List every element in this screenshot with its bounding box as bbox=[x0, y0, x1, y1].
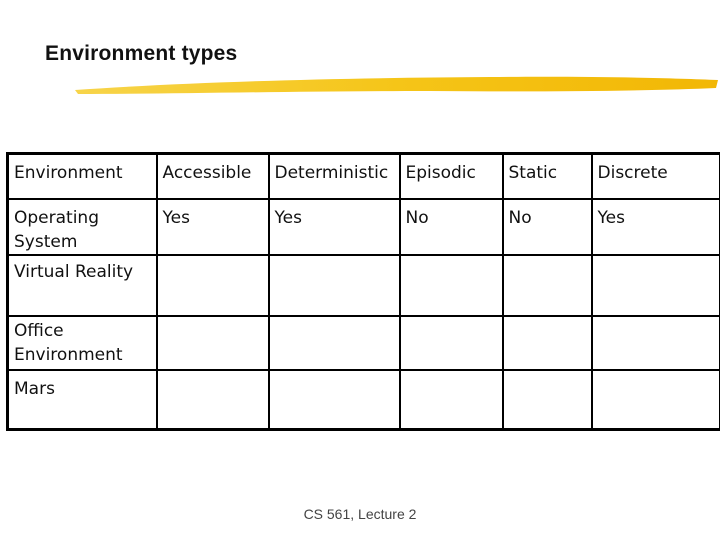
table-cell bbox=[267, 253, 401, 317]
table-cell bbox=[398, 314, 504, 371]
table-row: Virtual Reality bbox=[6, 253, 720, 317]
table-header-row: Environment Accessible Deterministic Epi… bbox=[6, 152, 720, 200]
slide-footer: CS 561, Lecture 2 bbox=[303, 506, 417, 522]
table-cell bbox=[155, 253, 270, 317]
table-cell bbox=[501, 368, 593, 431]
table-cell bbox=[590, 253, 720, 317]
table-row: Office Environment bbox=[6, 314, 720, 371]
table-cell: Yes bbox=[155, 197, 270, 256]
header-cell: Episodic bbox=[398, 152, 504, 200]
table-cell: Mars bbox=[6, 368, 158, 431]
table-cell bbox=[590, 314, 720, 371]
title-underline-brushstroke bbox=[75, 76, 718, 94]
header-cell: Environment bbox=[6, 152, 158, 200]
header-cell: Static bbox=[501, 152, 593, 200]
table-row: Operating System Yes Yes No No Yes bbox=[6, 197, 720, 256]
table-cell: Operating System bbox=[6, 197, 158, 256]
environment-types-table: Environment Accessible Deterministic Epi… bbox=[6, 152, 720, 431]
table-cell: No bbox=[501, 197, 593, 256]
table-cell bbox=[501, 314, 593, 371]
header-cell: Discrete bbox=[590, 152, 720, 200]
table-cell bbox=[267, 368, 401, 431]
table-cell: Office Environment bbox=[6, 314, 158, 371]
header-cell: Accessible bbox=[155, 152, 270, 200]
table-cell: Virtual Reality bbox=[6, 253, 158, 317]
header-cell: Deterministic bbox=[267, 152, 401, 200]
table-cell bbox=[398, 368, 504, 431]
table-cell bbox=[501, 253, 593, 317]
table-cell: Yes bbox=[267, 197, 401, 256]
table-row: Mars bbox=[6, 368, 720, 431]
table-cell bbox=[590, 368, 720, 431]
table-cell bbox=[155, 368, 270, 431]
table-cell bbox=[398, 253, 504, 317]
table-cell: No bbox=[398, 197, 504, 256]
table-cell bbox=[155, 314, 270, 371]
slide-title: Environment types bbox=[45, 42, 238, 65]
table-cell bbox=[267, 314, 401, 371]
table-cell: Yes bbox=[590, 197, 720, 256]
